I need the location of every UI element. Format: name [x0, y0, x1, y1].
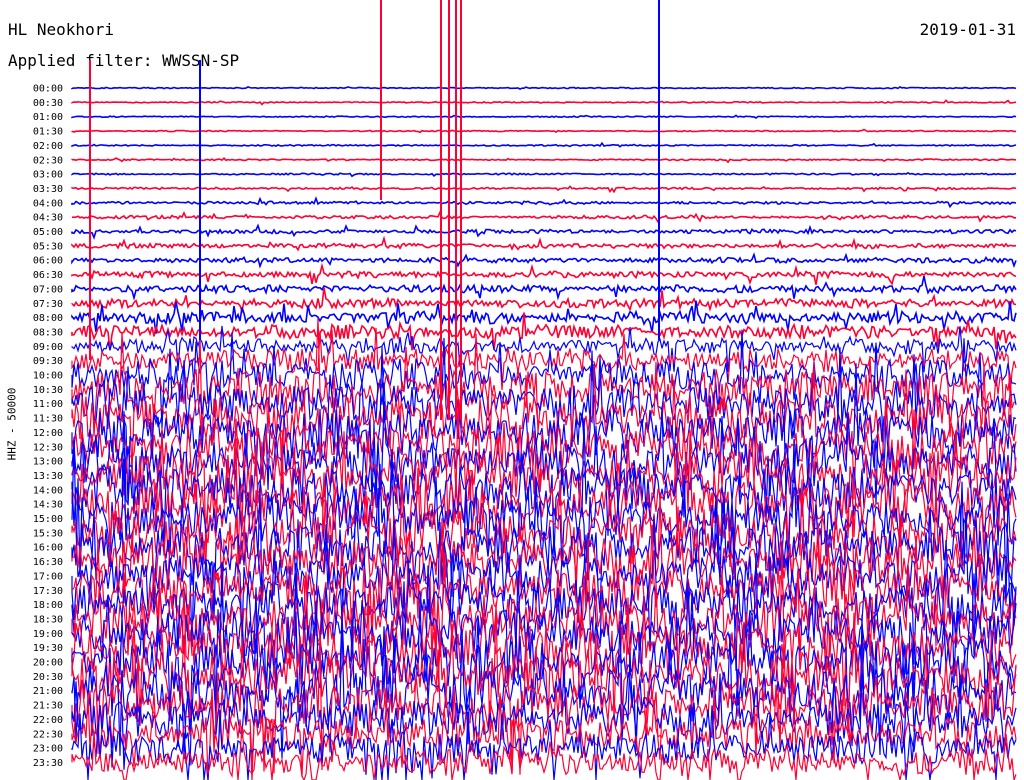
time-tick-label: 10:00	[33, 371, 63, 382]
time-tick-label: 06:00	[33, 256, 63, 267]
time-tick-label: 13:00	[33, 457, 63, 468]
time-tick-label: 18:00	[33, 600, 63, 611]
time-tick-label: 04:00	[33, 198, 63, 209]
seismic-trace	[71, 631, 1017, 775]
time-tick-label: 05:30	[33, 241, 63, 252]
seismic-trace	[71, 235, 1017, 252]
time-tick-label: 11:30	[33, 414, 63, 425]
time-tick-label: 22:00	[33, 715, 63, 726]
time-tick-label: 12:00	[33, 428, 63, 439]
time-tick-label: 07:00	[33, 284, 63, 295]
time-tick-label: 02:00	[33, 141, 63, 152]
time-tick-label: 16:00	[33, 543, 63, 554]
seismic-trace	[71, 223, 1017, 240]
time-tick-label: 02:30	[33, 155, 63, 166]
time-tick-label: 17:00	[33, 571, 63, 582]
time-tick-label: 18:30	[33, 614, 63, 625]
time-tick-label: 03:00	[33, 170, 63, 181]
time-tick-label: 05:00	[33, 227, 63, 238]
time-tick-label: 08:00	[33, 313, 63, 324]
time-tick-label: 09:30	[33, 356, 63, 367]
time-tick-label: 17:30	[33, 586, 63, 597]
time-tick-label: 15:30	[33, 528, 63, 539]
time-tick-label: 08:30	[33, 327, 63, 338]
time-tick-label: 10:30	[33, 385, 63, 396]
seismic-trace	[71, 85, 1017, 91]
time-tick-label: 01:30	[33, 127, 63, 138]
time-tick-label: 14:30	[33, 500, 63, 511]
seismic-trace	[71, 262, 1017, 286]
time-tick-label: 14:00	[33, 485, 63, 496]
time-tick-label: 22:30	[33, 729, 63, 740]
time-tick-label: 03:30	[33, 184, 63, 195]
time-tick-label: 20:00	[33, 658, 63, 669]
time-tick-label: 21:30	[33, 701, 63, 712]
time-tick-label: 19:00	[33, 629, 63, 640]
helicorder-plot: 00:00 00:30 01:00 01:30 02:00 02:30 03:00 03:30…	[33, 0, 1017, 780]
seismic-trace	[71, 128, 1017, 134]
time-tick-label: 12:30	[33, 442, 63, 453]
seismic-trace	[71, 171, 1017, 178]
time-tick-label: 04:30	[33, 213, 63, 224]
time-tick-label: 11:00	[33, 399, 63, 410]
seismic-trace	[71, 99, 1017, 106]
time-tick-label: 00:00	[33, 84, 63, 95]
time-tick-label: 09:00	[33, 342, 63, 353]
seismic-trace	[71, 275, 1017, 301]
time-axis: 00:00 00:30 01:00 01:30 02:00 02:30 03:00 03:30…	[33, 84, 63, 769]
time-tick-label: 06:30	[33, 270, 63, 281]
time-tick-label: 23:30	[33, 758, 63, 769]
seismic-trace	[71, 287, 1017, 314]
time-tick-label: 16:30	[33, 557, 63, 568]
time-tick-label: 23:00	[33, 744, 63, 755]
time-tick-label: 15:00	[33, 514, 63, 525]
time-tick-label: 13:30	[33, 471, 63, 482]
seismic-trace	[71, 141, 1017, 148]
seismic-trace	[71, 114, 1017, 119]
time-tick-label: 21:00	[33, 686, 63, 697]
seismic-trace	[71, 196, 1017, 209]
seismic-trace	[71, 157, 1017, 164]
seismic-trace	[71, 252, 1017, 269]
seismic-trace	[71, 210, 1016, 224]
time-tick-label: 00:30	[33, 98, 63, 109]
time-tick-label: 01:00	[33, 112, 63, 123]
time-tick-label: 19:30	[33, 643, 63, 654]
seismic-trace	[71, 185, 1017, 194]
trace-layer	[71, 0, 1017, 780]
time-tick-label: 07:30	[33, 299, 63, 310]
time-tick-label: 20:30	[33, 672, 63, 683]
